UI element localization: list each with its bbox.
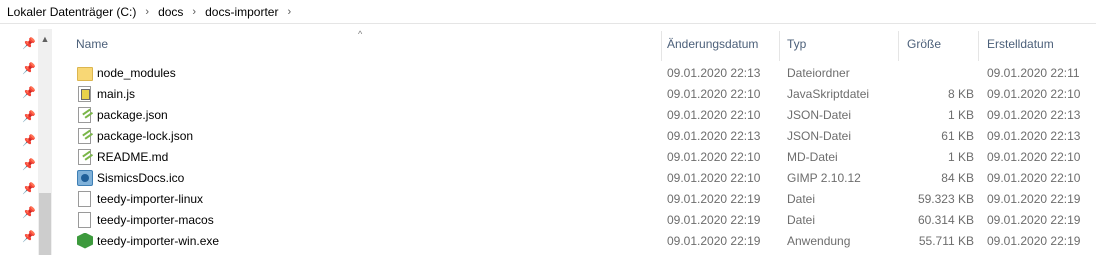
file-type: JSON-Datei (787, 107, 852, 122)
file-row[interactable]: README.md 09.01.2020 22:10 MD-Datei 1 KB… (58, 146, 1096, 167)
file-size: 61 KB (941, 128, 974, 143)
breadcrumb-docs-importer[interactable]: docs-importer (205, 5, 278, 19)
file-row[interactable]: SismicsDocs.ico 09.01.2020 22:10 GIMP 2.… (58, 167, 1096, 188)
file-type: JavaSkriptdatei (787, 86, 870, 101)
file-type: Datei (787, 191, 816, 206)
file-size: 1 KB (947, 107, 974, 122)
file-name: main.js (97, 86, 136, 101)
file-size (903, 62, 974, 83)
pin-icon: 📌 (22, 158, 36, 171)
file-row[interactable]: package-lock.json 09.01.2020 22:13 JSON-… (58, 125, 1096, 146)
notepad-file-icon (78, 127, 91, 144)
nav-scrollbar-thumb[interactable] (39, 193, 51, 255)
column-header: ^ Name Änderungsdatum Typ Größe Erstelld… (58, 25, 1096, 63)
address-breadcrumb: Lokaler Datenträger (C:) › docs › docs-i… (0, 0, 1096, 24)
file-created: 09.01.2020 22:10 (987, 149, 1081, 164)
file-date: 09.01.2020 22:13 (667, 128, 761, 143)
column-header-size[interactable]: Größe (899, 25, 978, 63)
file-size: 55.711 KB (918, 233, 974, 248)
column-header-date[interactable]: Änderungsdatum (659, 25, 778, 63)
file-size: 60.314 KB (917, 212, 974, 227)
file-type: Anwendung (787, 233, 851, 248)
pin-icon: 📌 (22, 62, 36, 75)
column-header-name[interactable]: Name (68, 25, 663, 63)
file-name: teedy-importer-linux (97, 191, 204, 206)
file-name: README.md (97, 149, 169, 164)
pin-icon: 📌 (22, 230, 36, 243)
file-created: 09.01.2020 22:13 (987, 128, 1081, 143)
column-header-type[interactable]: Typ (779, 25, 899, 63)
file-date: 09.01.2020 22:10 (667, 170, 761, 185)
blank-file-icon (78, 190, 91, 207)
file-type: JSON-Datei (787, 128, 852, 143)
file-name: teedy-importer-macos (97, 212, 214, 227)
file-created: 09.01.2020 22:19 (987, 212, 1081, 227)
file-date: 09.01.2020 22:13 (667, 65, 761, 80)
application-icon (77, 232, 93, 249)
file-name: node_modules (97, 65, 176, 80)
image-file-icon (77, 169, 93, 186)
file-type: Dateiordner (787, 65, 850, 80)
file-date: 09.01.2020 22:19 (667, 212, 761, 227)
file-created: 09.01.2020 22:13 (987, 107, 1081, 122)
breadcrumb-docs[interactable]: docs (158, 5, 183, 19)
pin-icon: 📌 (22, 134, 36, 147)
blank-file-icon (78, 211, 91, 228)
file-created: 09.01.2020 22:10 (987, 86, 1081, 101)
file-created: 09.01.2020 22:10 (987, 170, 1081, 185)
pin-icon: 📌 (22, 206, 36, 219)
file-row[interactable]: teedy-importer-macos 09.01.2020 22:19 Da… (58, 209, 1096, 230)
breadcrumb-separator-icon[interactable]: › (192, 6, 196, 18)
file-type: MD-Datei (787, 149, 838, 164)
file-created: 09.01.2020 22:11 (987, 65, 1080, 80)
scroll-up-arrow-icon[interactable]: ▲ (38, 31, 52, 47)
pin-icon: 📌 (22, 110, 36, 123)
file-row[interactable]: teedy-importer-win.exe 09.01.2020 22:19 … (58, 230, 1096, 251)
file-date: 09.01.2020 22:19 (667, 191, 761, 206)
file-row[interactable]: teedy-importer-linux 09.01.2020 22:19 Da… (58, 188, 1096, 209)
file-row[interactable]: package.json 09.01.2020 22:10 JSON-Datei… (58, 104, 1096, 125)
breadcrumb-separator-icon[interactable]: › (145, 6, 149, 18)
file-name: package-lock.json (97, 128, 194, 143)
pin-icon: 📌 (22, 182, 36, 195)
notepad-file-icon (78, 106, 91, 123)
column-header-created[interactable]: Erstelldatum (979, 25, 1094, 63)
file-name: package.json (97, 107, 168, 122)
file-type: GIMP 2.10.12 (787, 170, 861, 185)
file-size: 84 KB (941, 170, 974, 185)
file-date: 09.01.2020 22:10 (667, 86, 761, 101)
file-row[interactable]: node_modules 09.01.2020 22:13 Dateiordne… (58, 62, 1096, 83)
javascript-file-icon (78, 85, 91, 102)
file-name: teedy-importer-win.exe (97, 233, 220, 248)
file-created: 09.01.2020 22:19 (987, 191, 1081, 206)
folder-icon (77, 66, 93, 81)
breadcrumb-drive[interactable]: Lokaler Datenträger (C:) (7, 5, 136, 19)
file-date: 09.01.2020 22:10 (667, 107, 761, 122)
file-size: 59.323 KB (917, 191, 974, 206)
file-size: 8 KB (947, 86, 974, 101)
file-row[interactable]: main.js 09.01.2020 22:10 JavaSkriptdatei… (58, 83, 1096, 104)
file-name: SismicsDocs.ico (97, 170, 185, 185)
file-date: 09.01.2020 22:10 (667, 149, 761, 164)
notepad-file-icon (78, 148, 91, 165)
pin-icon: 📌 (22, 86, 36, 99)
file-type: Datei (787, 212, 816, 227)
breadcrumb-expand-icon[interactable]: › (287, 6, 291, 18)
navigation-pane: ▲ 📌 📌 📌 📌 📌 📌 📌 📌 📌 (0, 25, 58, 255)
pin-icon: 📌 (22, 37, 36, 50)
file-created: 09.01.2020 22:19 (987, 233, 1081, 248)
file-date: 09.01.2020 22:19 (667, 233, 761, 248)
file-size: 1 KB (947, 149, 974, 164)
